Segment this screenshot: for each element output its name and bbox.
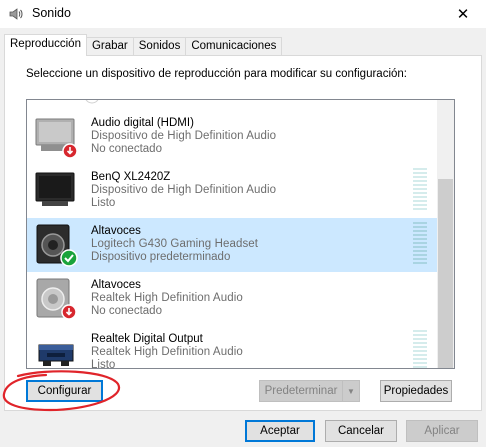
volume-meter — [413, 168, 427, 214]
device-item-altavoces-realtek[interactable]: Altavoces Realtek High Definition Audio … — [27, 272, 437, 326]
tab-grabar[interactable]: Grabar — [85, 37, 134, 56]
set-default-button[interactable]: Predeterminar ▼ — [259, 380, 360, 402]
title-bar: Sonido ✕ — [0, 0, 486, 28]
device-list-scrollbar[interactable] — [437, 100, 454, 368]
monitor-icon — [35, 172, 75, 206]
set-default-label: Predeterminar — [264, 385, 338, 397]
monitor-disconnected-icon — [35, 118, 78, 159]
device-item-hdmi[interactable]: Audio digital (HDMI) Dispositivo de High… — [27, 110, 437, 164]
speaker-disconnected-icon — [36, 278, 77, 320]
speaker-app-icon — [9, 8, 23, 20]
device-status: No conectado — [91, 143, 162, 155]
volume-meter — [413, 222, 427, 268]
partial-device-badge-icon — [85, 100, 99, 104]
accept-button[interactable]: Aceptar — [245, 420, 315, 442]
tab-reproduccion[interactable]: Reproducción — [4, 34, 87, 56]
tab-panel-reproduccion: Seleccione un dispositivo de reproducció… — [4, 55, 482, 411]
cancel-button[interactable]: Cancelar — [325, 420, 397, 442]
apply-button[interactable]: Aplicar — [406, 420, 478, 442]
speaker-default-icon — [36, 224, 78, 267]
volume-meter — [413, 330, 427, 368]
device-name: Audio digital (HDMI) — [91, 117, 194, 129]
device-item-altavoces-logitech[interactable]: Altavoces Logitech G430 Gaming Headset D… — [27, 218, 437, 272]
device-name: Altavoces — [91, 225, 141, 237]
properties-button[interactable]: Propiedades — [380, 380, 452, 402]
window-title: Sonido — [32, 6, 71, 20]
tab-comunicaciones[interactable]: Comunicaciones — [185, 37, 283, 56]
tab-bar: Reproducción Grabar Sonidos Comunicacion… — [4, 34, 283, 56]
device-description: Dispositivo de High Definition Audio — [91, 130, 277, 142]
device-name: Realtek Digital Output — [91, 333, 203, 345]
instruction-text: Seleccione un dispositivo de reproducció… — [26, 68, 407, 80]
close-button[interactable]: ✕ — [440, 0, 486, 28]
chevron-down-icon[interactable]: ▼ — [342, 381, 359, 401]
device-description: Realtek High Definition Audio — [91, 346, 243, 358]
device-list: Audio digital (HDMI) Dispositivo de High… — [26, 99, 455, 369]
device-name: BenQ XL2420Z — [91, 171, 171, 183]
device-item-benq[interactable]: BenQ XL2420Z Dispositivo de High Definit… — [27, 164, 437, 218]
configure-button[interactable]: Configurar — [26, 380, 103, 402]
scrollbar-thumb[interactable] — [438, 179, 453, 368]
device-status: No conectado — [91, 305, 162, 317]
device-description: Realtek High Definition Audio — [91, 292, 243, 304]
device-status: Listo — [91, 197, 116, 209]
digital-output-icon — [38, 344, 74, 366]
device-status: Listo — [91, 359, 116, 368]
device-item-realtek-digital[interactable]: Realtek Digital Output Realtek High Defi… — [27, 326, 437, 368]
device-name: Altavoces — [91, 279, 141, 291]
device-status: Dispositivo predeterminado — [91, 251, 231, 263]
device-description: Dispositivo de High Definition Audio — [91, 184, 277, 196]
tab-sonidos[interactable]: Sonidos — [132, 37, 187, 56]
device-description: Logitech G430 Gaming Headset — [91, 238, 259, 250]
